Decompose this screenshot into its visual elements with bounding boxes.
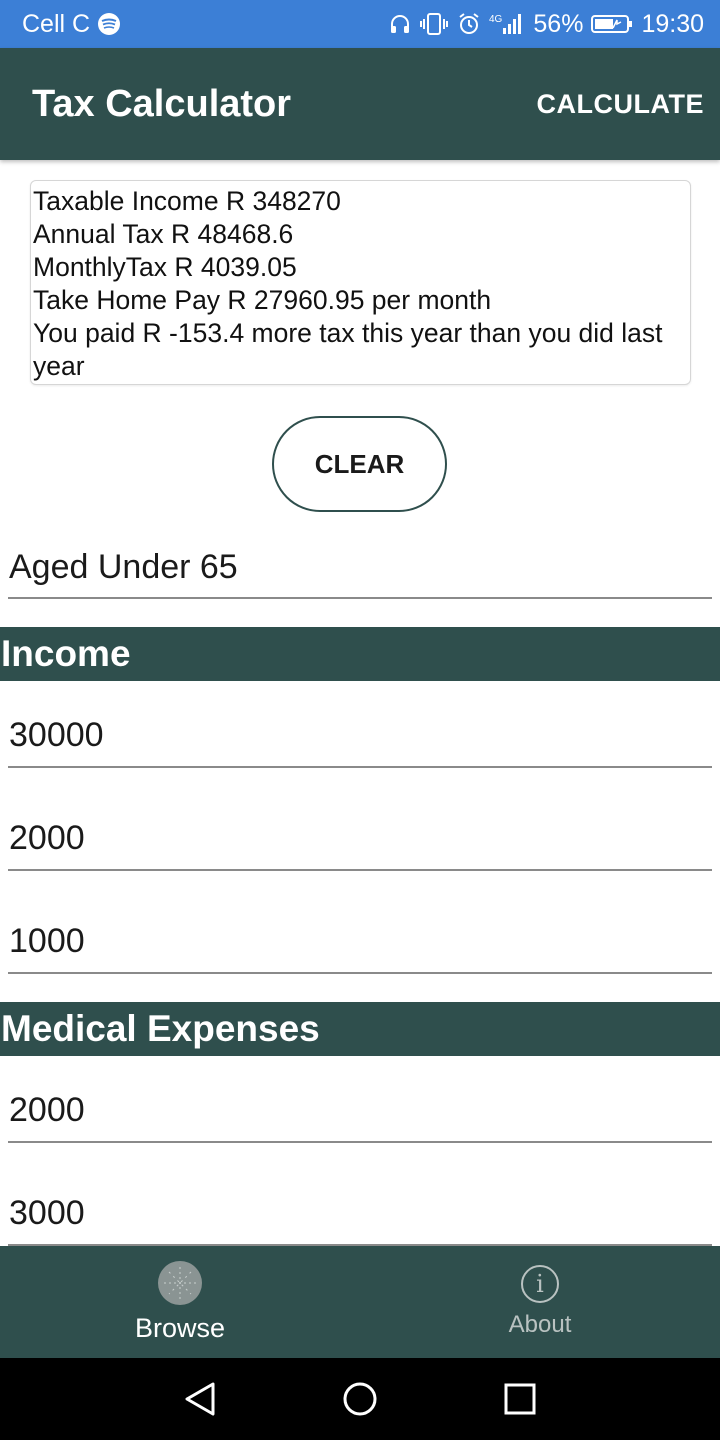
medical-section-header: Medical Expenses bbox=[0, 1002, 720, 1056]
medical-field-1[interactable]: 2000 bbox=[8, 1091, 712, 1143]
system-nav-bar bbox=[0, 1358, 720, 1440]
alarm-icon bbox=[457, 12, 481, 36]
results-output: Taxable Income R 348270 Annual Tax R 484… bbox=[30, 180, 691, 385]
battery-icon bbox=[591, 13, 633, 35]
income-section-header: Income bbox=[0, 627, 720, 681]
page-title: Tax Calculator bbox=[32, 82, 292, 125]
spotify-icon bbox=[98, 13, 121, 35]
tax-comparison-line: You paid R -153.4 more tax this year tha… bbox=[33, 318, 663, 381]
nav-label-browse: Browse bbox=[134, 1312, 226, 1343]
vibrate-icon bbox=[419, 12, 449, 36]
info-icon: i bbox=[521, 1265, 559, 1303]
annual-tax-line: Annual Tax R 48468.6 bbox=[33, 219, 294, 249]
status-left: Cell C bbox=[22, 9, 121, 39]
carrier-label: Cell C bbox=[22, 9, 91, 38]
calculate-button[interactable]: CALCULATE bbox=[537, 89, 704, 120]
nav-label-about: About bbox=[508, 1311, 572, 1338]
status-right: 4G 56% 19:30 bbox=[389, 10, 704, 39]
clock: 19:30 bbox=[641, 9, 704, 38]
income-field-1[interactable]: 30000 bbox=[8, 716, 712, 768]
income-field-3[interactable]: 1000 bbox=[8, 922, 712, 974]
browse-icon bbox=[158, 1260, 202, 1305]
app-bar: Tax Calculator CALCULATE bbox=[0, 48, 720, 160]
svg-text:4G: 4G bbox=[489, 14, 503, 25]
headphones-icon bbox=[389, 13, 411, 35]
income-field-2[interactable]: 2000 bbox=[8, 819, 712, 871]
recents-icon[interactable] bbox=[490, 1369, 550, 1429]
status-bar: Cell C 4G 56% 19:30 bbox=[0, 0, 720, 48]
back-icon[interactable] bbox=[170, 1369, 230, 1429]
medical-field-2[interactable]: 3000 bbox=[8, 1194, 712, 1246]
take-home-pay-line: Take Home Pay R 27960.95 per month bbox=[33, 285, 492, 315]
taxable-income-line: Taxable Income R 348270 bbox=[33, 186, 341, 216]
nav-item-browse[interactable]: Browse bbox=[0, 1246, 360, 1358]
home-icon[interactable] bbox=[330, 1369, 390, 1429]
nav-item-about[interactable]: i About bbox=[360, 1246, 720, 1358]
monthly-tax-line: MonthlyTax R 4039.05 bbox=[33, 252, 297, 282]
signal-icon: 4G bbox=[489, 12, 525, 36]
clear-button[interactable]: CLEAR bbox=[272, 416, 447, 512]
bottom-nav: Browse i About bbox=[0, 1246, 720, 1358]
battery-percent: 56% bbox=[533, 9, 584, 38]
age-group-select[interactable]: Aged Under 65 bbox=[8, 548, 712, 599]
